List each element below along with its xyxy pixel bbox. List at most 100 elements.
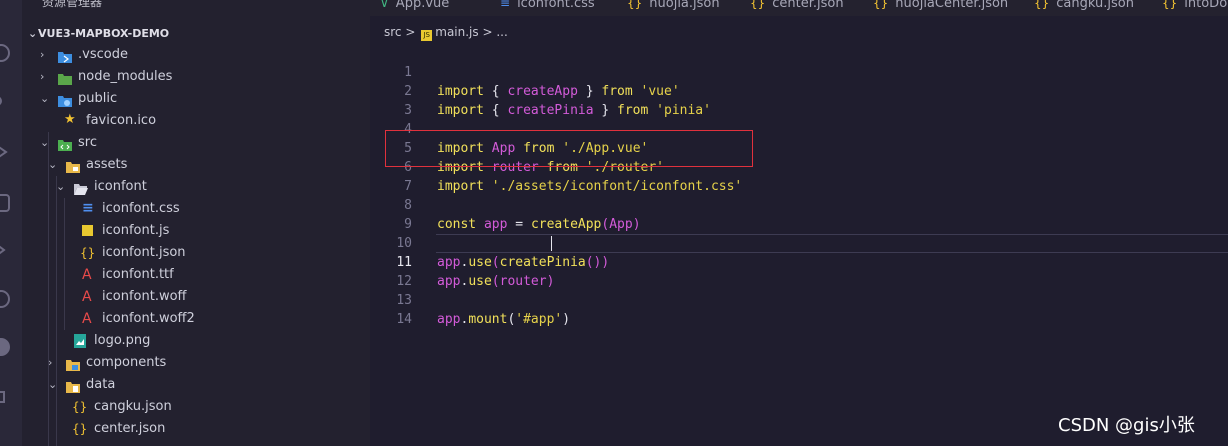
chevron-right-icon: › [48, 356, 53, 369]
css-file-icon: ≡ [82, 200, 94, 216]
tree-folder-components[interactable]: › components [22, 352, 370, 374]
json-icon: {} [627, 0, 643, 10]
tab-label: huojia.json [649, 0, 720, 11]
account-icon[interactable] [0, 290, 10, 308]
tab-huojiacenter-json[interactable]: {} huojiaCenter.json [873, 0, 1008, 11]
tree-label: iconfont [94, 179, 147, 194]
tree-label: node_modules [78, 69, 173, 84]
breadcrumb-file[interactable]: main.js [435, 25, 478, 39]
json-file-icon: {} [72, 400, 88, 414]
chevron-down-icon: ⌄ [28, 27, 38, 40]
tree-file-iconfont-woff[interactable]: A iconfont.woff [22, 286, 370, 308]
breadcrumb-separator: > [405, 25, 416, 39]
code-line[interactable]: 12 [370, 253, 1228, 289]
tree-folder-iconfont[interactable]: ⌄ iconfont [22, 176, 370, 198]
tree-label: iconfont.js [102, 223, 170, 238]
project-root[interactable]: ⌄VUE3-MAPBOX-DEMO [28, 27, 169, 40]
vue-icon: ∨ [380, 0, 389, 10]
user-icon[interactable] [0, 338, 10, 356]
settings-icon[interactable] [0, 388, 10, 406]
line-number: 14 [396, 312, 412, 327]
chevron-right-icon: › [40, 48, 45, 61]
src-folder-icon [58, 137, 72, 151]
tab-huojia-json[interactable]: {} huojia.json [627, 0, 720, 11]
chevron-down-icon: ⌄ [40, 136, 50, 149]
tree-label: assets [86, 157, 128, 172]
node-folder-icon [58, 71, 72, 85]
tree-label: favicon.ico [86, 113, 157, 128]
tree-label: iconfont.ttf [102, 267, 174, 282]
code-line-active[interactable]: 11 app.use(router) [370, 234, 1228, 289]
public-folder-icon [58, 93, 72, 107]
code-line[interactable]: 8 const app = createApp(App) [370, 177, 1228, 232]
tab-center-json[interactable]: {} center.json [750, 0, 844, 11]
tree-label: public [78, 91, 118, 106]
data-folder-icon [66, 379, 80, 393]
tab-label: App.vue [395, 0, 450, 11]
code-line[interactable]: 13 app.mount('#app') [370, 272, 1228, 327]
source-control-icon[interactable] [0, 96, 2, 106]
star-icon: ★ [64, 112, 76, 127]
tree-file-cangku-json[interactable]: {} cangku.json [22, 396, 370, 418]
code-line[interactable]: 3 [370, 82, 1228, 118]
tab-cangku-json[interactable]: {} cangku.json [1034, 0, 1134, 11]
tree-label: iconfont.json [102, 245, 186, 260]
tree-folder-assets[interactable]: ⌄ assets [22, 154, 370, 176]
js-file-icon [82, 225, 93, 236]
tab-app-vue[interactable]: ∨ App.vue [380, 0, 449, 11]
tree-folder-public[interactable]: ⌄ public [22, 88, 370, 110]
tree-folder-data[interactable]: ⌄ data [22, 374, 370, 396]
code-line[interactable]: 1 import { createApp } from 'vue' [370, 44, 1228, 99]
editor-tabs: ∨ App.vue ≡ iconfont.css {} huojia.json {} c… [370, 0, 1228, 16]
activity-bar [0, 0, 22, 446]
tab-label: cangku.json [1056, 0, 1134, 11]
breadcrumb[interactable]: src > JS main.js > ... [384, 25, 508, 41]
tab-iconfont-css[interactable]: ≡ iconfont.css [500, 0, 595, 11]
extensions-icon[interactable] [0, 194, 10, 212]
tab-label: iconfont.css [517, 0, 595, 11]
tree-file-iconfont-woff2[interactable]: A iconfont.woff2 [22, 308, 370, 330]
tree-file-logo-png[interactable]: logo.png [22, 330, 370, 352]
breadcrumb-tail[interactable]: > ... [482, 25, 507, 39]
tree-file-iconfont-js[interactable]: iconfont.js [22, 220, 370, 242]
search-icon[interactable] [0, 44, 10, 62]
highlight-annotation-box [385, 130, 753, 167]
tree-file-favicon[interactable]: ★ favicon.ico [22, 110, 370, 132]
tab-intodo[interactable]: {} intoDo [1162, 0, 1227, 11]
tab-label: intoDo [1184, 0, 1228, 11]
more-actions-icon[interactable]: ··· [339, 0, 355, 7]
project-name: VUE3-MAPBOX-DEMO [38, 27, 170, 40]
tree-folder-node-modules[interactable]: › node_modules [22, 66, 370, 88]
chevron-down-icon: ⌄ [48, 378, 58, 391]
breadcrumb-folder[interactable]: src [384, 25, 402, 39]
json-icon: {} [750, 0, 766, 10]
tree-label: logo.png [94, 333, 151, 348]
json-file-icon: {} [80, 246, 96, 260]
tree-label: src [78, 135, 97, 150]
font-file-icon: A [82, 289, 92, 305]
tree-label: components [86, 355, 167, 370]
explorer-sidebar: 资源管理器 ··· ⌄VUE3-MAPBOX-DEMO › .vscode › … [22, 0, 370, 446]
code-line[interactable]: 14 [370, 291, 1228, 327]
font-file-icon: A [82, 267, 92, 283]
code-line[interactable]: 9 [370, 196, 1228, 232]
tab-label: huojiaCenter.json [895, 0, 1009, 11]
remote-icon[interactable] [0, 241, 10, 259]
code-line[interactable]: 4 import App from './App.vue' [370, 101, 1228, 156]
tree-file-center-json[interactable]: {} center.json [22, 418, 370, 440]
code-line[interactable]: 10 app.use(createPinia()) [370, 215, 1228, 270]
tree-file-iconfont-json[interactable]: {} iconfont.json [22, 242, 370, 264]
run-debug-icon[interactable] [0, 143, 10, 161]
tree-label: iconfont.css [102, 201, 180, 216]
chevron-down-icon: ⌄ [56, 180, 66, 193]
code-line[interactable]: 2 import { createPinia } from 'pinia' [370, 63, 1228, 118]
json-icon: {} [1034, 0, 1050, 10]
js-file-icon: JS [421, 30, 433, 41]
tree-file-iconfont-ttf[interactable]: A iconfont.ttf [22, 264, 370, 286]
tree-label: .vscode [78, 47, 128, 62]
tree-folder-src[interactable]: ⌄ src [22, 132, 370, 154]
tree-folder-vscode[interactable]: › .vscode [22, 44, 370, 66]
tree-label: center.json [94, 421, 166, 436]
font-file-icon: A [82, 311, 92, 327]
tree-file-iconfont-css[interactable]: ≡ iconfont.css [22, 198, 370, 220]
